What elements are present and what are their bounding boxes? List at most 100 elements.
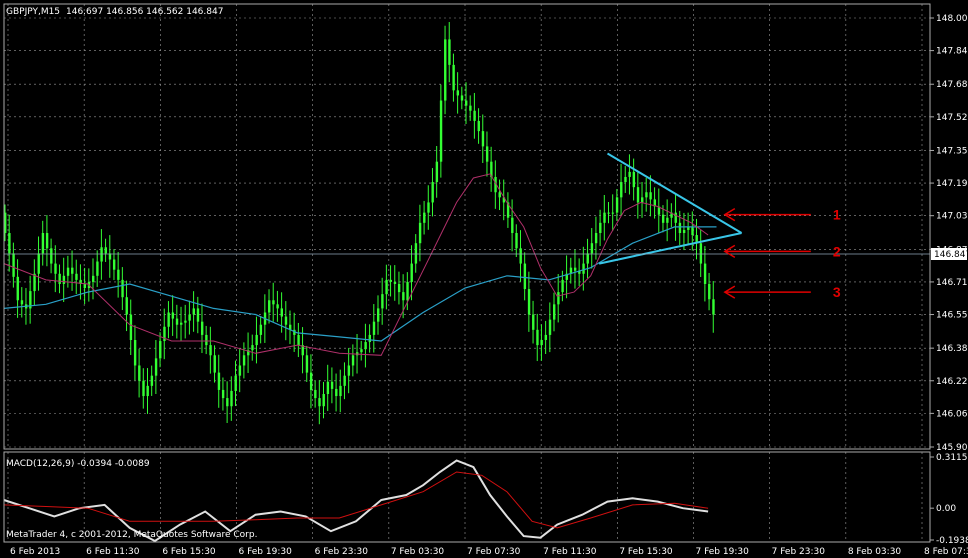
candle-body [632, 171, 636, 188]
candle-body [624, 176, 627, 183]
x-tick-label: 8 Feb 07:30 [924, 547, 968, 557]
macd-title: MACD(12,26,9) -0.0394 -0.0089 [6, 459, 150, 469]
x-tick-label: 6 Feb 15:30 [162, 547, 216, 557]
candle-body [410, 263, 413, 282]
candle-body [33, 273, 36, 292]
candle-body [339, 385, 342, 397]
candle-body [45, 233, 49, 249]
y-tick-label: 146.385 [936, 344, 968, 354]
y-tick-label: 147.035 [936, 212, 968, 222]
candle-body [703, 263, 707, 284]
y-tick-label: 147.195 [936, 179, 968, 189]
candle-body [117, 269, 120, 280]
candle-body [322, 394, 325, 407]
candle-body [205, 334, 208, 346]
candle-body [435, 161, 439, 183]
candle-body [431, 182, 434, 203]
candle-body [284, 316, 288, 325]
candle-body [280, 308, 283, 317]
candle-body [8, 233, 11, 254]
candle-body [50, 248, 53, 264]
candle-body [678, 222, 682, 234]
candle-body [180, 322, 183, 325]
candle-body [460, 95, 464, 101]
y-tick-label: 147.520 [936, 113, 968, 123]
candle-body [402, 292, 405, 301]
candle-body [649, 192, 652, 200]
candle-body [594, 233, 598, 244]
candle-body [368, 334, 372, 343]
x-tick-label: 6 Feb 19:30 [239, 547, 293, 557]
candle-body [615, 197, 619, 213]
candle-body [150, 375, 154, 386]
candle-body [712, 299, 715, 315]
candle-body [175, 318, 179, 325]
y-tick-label: 147.355 [936, 146, 968, 156]
candle-body [573, 267, 577, 271]
candle-body [255, 334, 258, 346]
candle-body [226, 398, 229, 407]
candle-body [481, 131, 485, 147]
x-tick-label: 8 Feb 03:30 [848, 547, 902, 557]
candle-body [58, 273, 61, 284]
candle-body [335, 388, 338, 397]
y-tick-label: 145.900 [936, 443, 968, 453]
candle-body [83, 283, 87, 289]
candle-body [184, 320, 187, 323]
candle-body [448, 39, 451, 65]
x-tick-label: 7 Feb 07:30 [467, 547, 521, 557]
candle-body [523, 263, 527, 290]
candle-body [477, 120, 480, 132]
candle-body [444, 39, 447, 101]
candle-body [159, 341, 162, 359]
moving-average-slow [3, 226, 717, 342]
x-tick-label: 6 Feb 2013 [10, 547, 60, 557]
candle-body [708, 283, 711, 300]
candle-body [238, 365, 242, 376]
candle-body [209, 345, 212, 356]
candle-body [171, 312, 175, 319]
y-tick-label: 146.710 [936, 278, 968, 288]
candle-body [397, 283, 401, 293]
candle-body [217, 372, 221, 390]
candle-body [548, 319, 552, 335]
candle-body [590, 243, 594, 254]
candle-body [268, 300, 271, 313]
candle-body [699, 243, 703, 264]
candle-body [20, 300, 24, 305]
candle-body [196, 308, 200, 322]
macd-series-macd [3, 459, 709, 543]
candle-body [385, 279, 388, 295]
candle-body [532, 314, 535, 330]
candle-body [12, 253, 15, 277]
candle-body [188, 314, 191, 321]
candle-body [423, 212, 426, 223]
candle-body [54, 263, 57, 274]
candle-body [641, 197, 644, 203]
candle-body [406, 281, 409, 301]
candle-body [138, 365, 141, 381]
candle-body [527, 289, 531, 315]
candle-body [309, 372, 313, 390]
y-tick-label: 146.550 [936, 311, 968, 321]
macd-plot [3, 459, 709, 543]
candle-body [418, 222, 422, 244]
candle-body [41, 233, 45, 254]
candle-body [628, 171, 631, 177]
candle-body [372, 321, 376, 335]
candle-body [272, 300, 275, 305]
candle-body [674, 212, 677, 223]
candle-body [104, 247, 107, 254]
candle-body [259, 324, 263, 335]
y-tick-label: 148.005 [936, 14, 968, 24]
candle-body [318, 398, 321, 407]
candle-body [611, 212, 615, 214]
candle-body [125, 297, 128, 315]
candle-body [620, 182, 623, 198]
candle-body [360, 349, 363, 353]
triangle-trendline [598, 232, 742, 265]
candle-body [330, 381, 334, 389]
current-price-label: 146.847 [934, 250, 968, 260]
candle-body [121, 279, 124, 298]
candle-body [347, 365, 351, 376]
